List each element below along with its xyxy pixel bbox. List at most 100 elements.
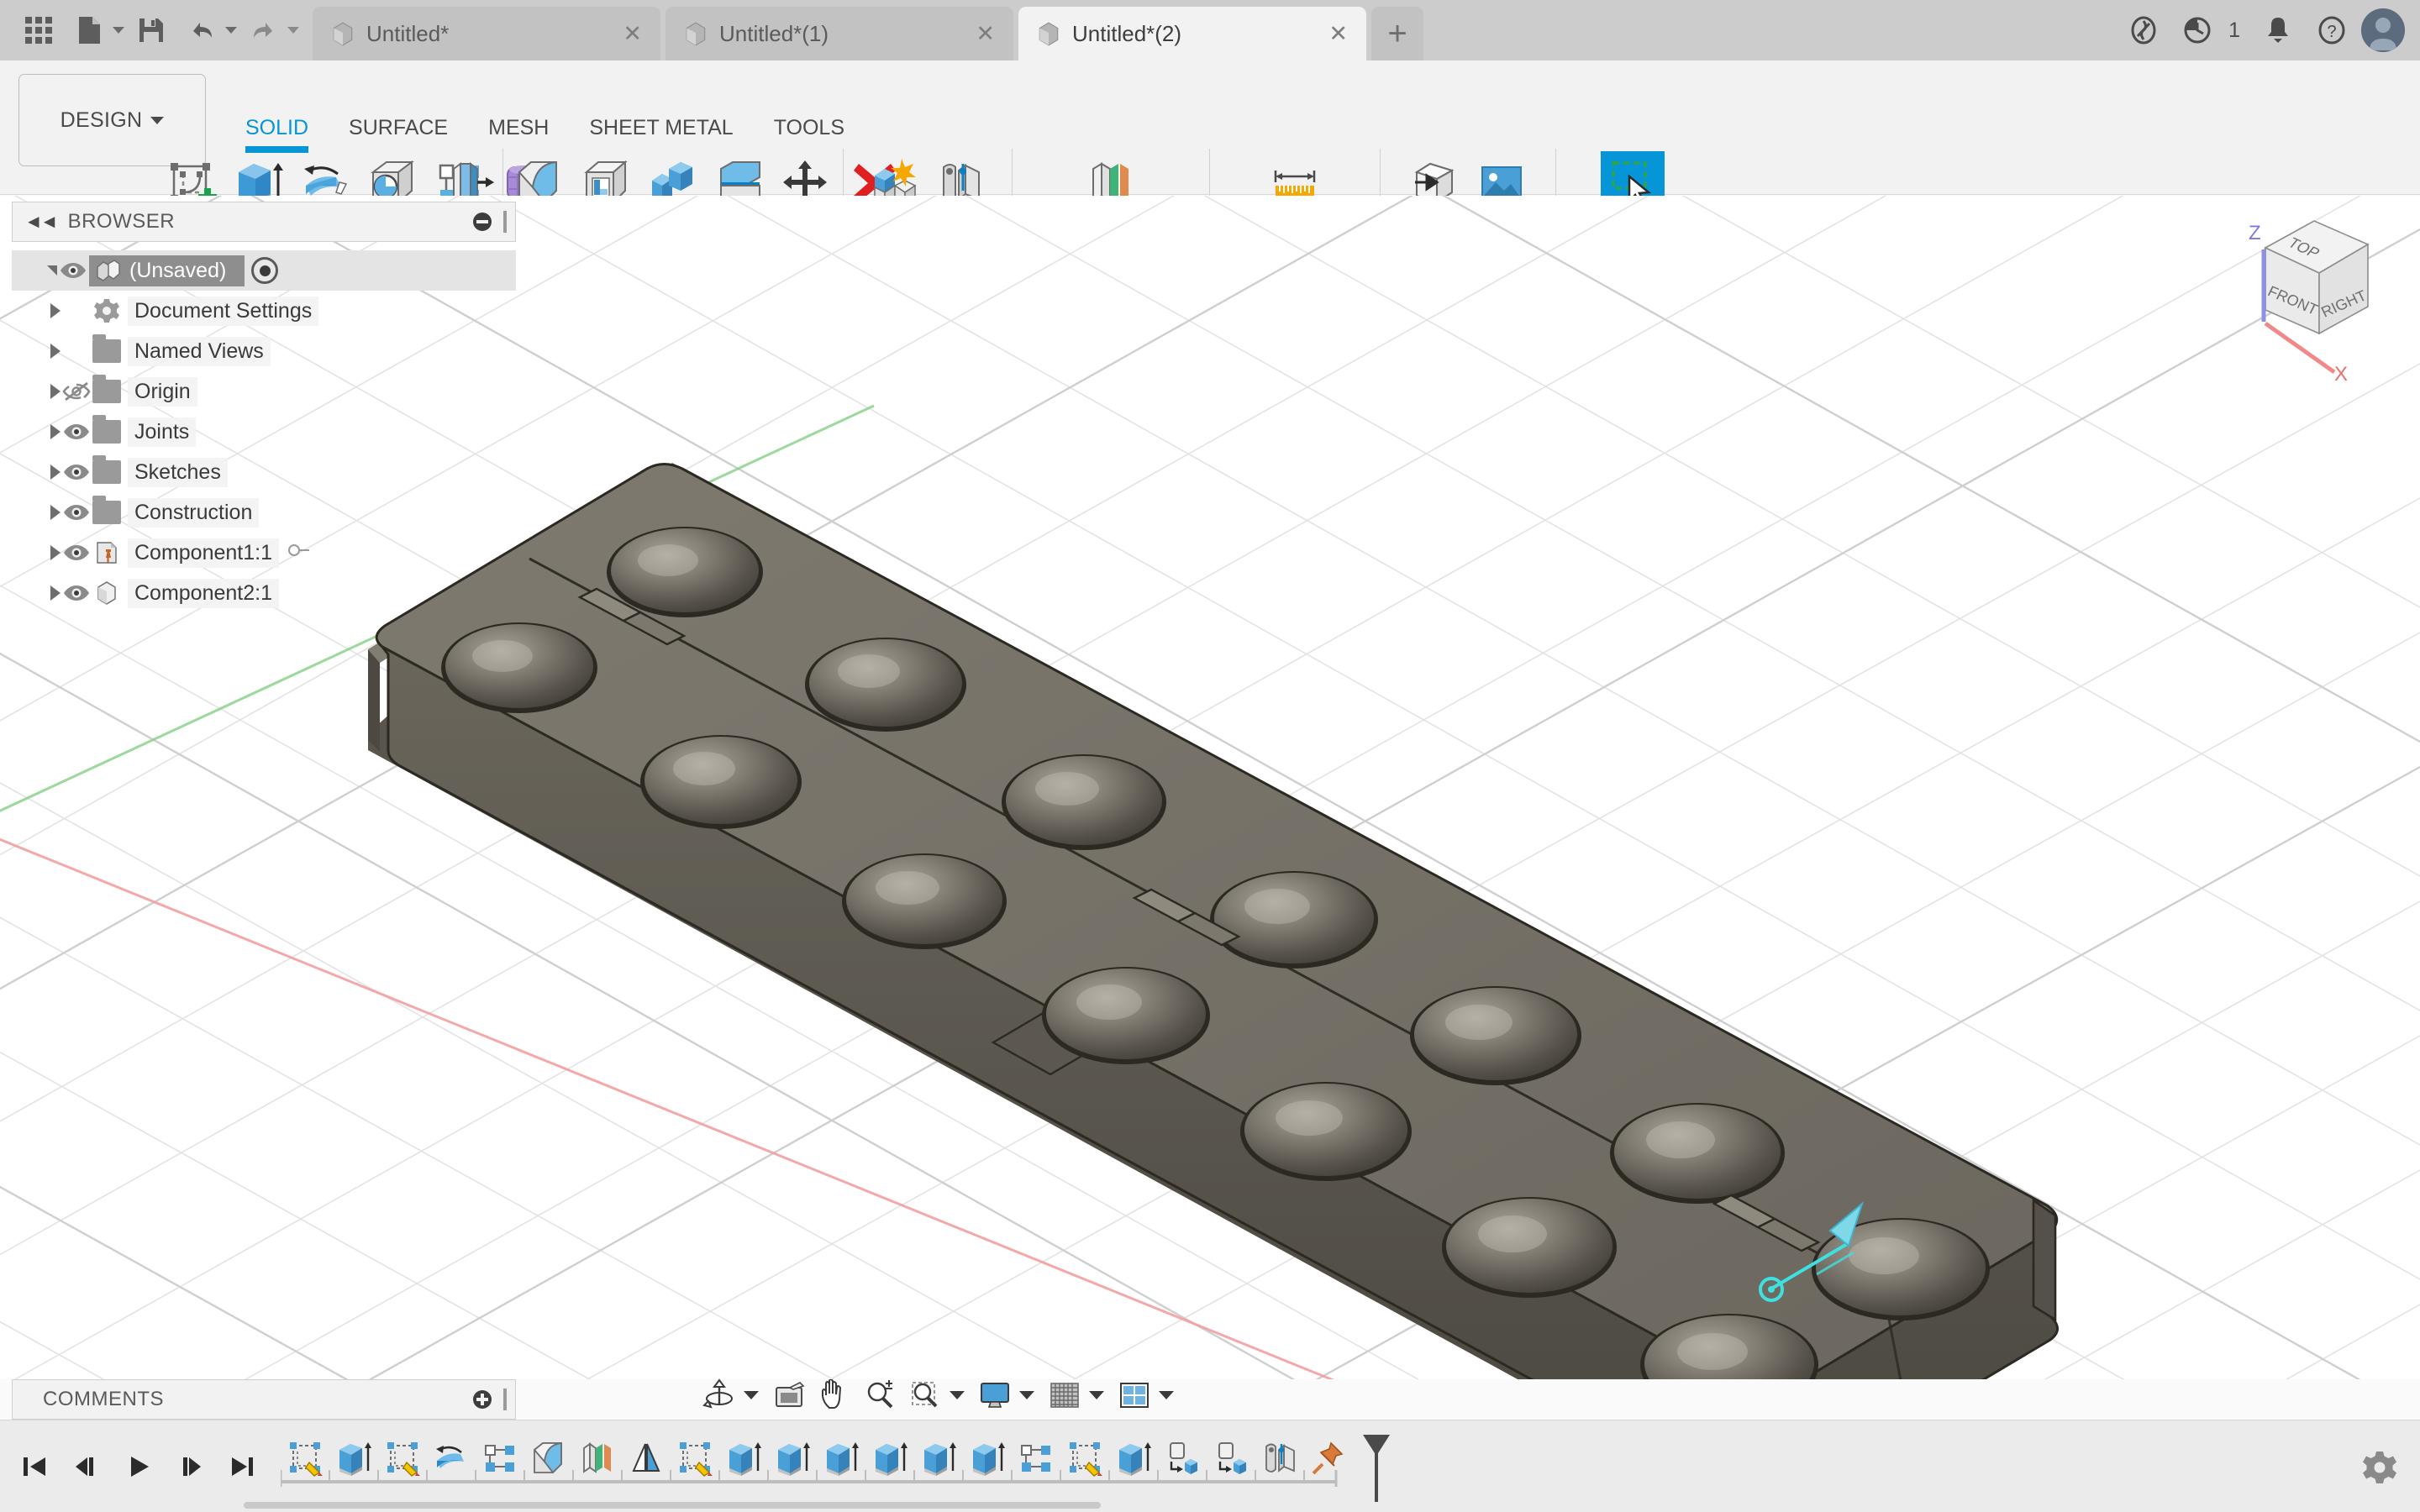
timeline-scrollbar[interactable]	[244, 1502, 1101, 1509]
orbit-dropdown-caret[interactable]	[744, 1391, 759, 1399]
tree-item-component1[interactable]: Component1:1	[12, 533, 516, 573]
cavity	[1210, 871, 1378, 969]
tree-item-origin[interactable]: Origin	[12, 371, 516, 412]
folder-icon	[92, 455, 121, 484]
comments-resize-grip[interactable]	[503, 1389, 507, 1410]
step-forward-icon[interactable]	[175, 1450, 207, 1483]
tree-item-named-views[interactable]: Named Views	[12, 331, 516, 371]
undo-dropdown-caret[interactable]	[225, 27, 237, 34]
activate-component-radio[interactable]	[251, 257, 279, 284]
extensions-icon[interactable]	[2119, 6, 2168, 55]
visibility-eye-icon[interactable]	[60, 537, 92, 569]
zoom-window-icon[interactable]	[903, 1374, 947, 1416]
tab-mesh[interactable]: MESH	[468, 113, 569, 143]
zoom-icon[interactable]	[858, 1374, 902, 1416]
tree-item-construction[interactable]: Construction	[12, 492, 516, 533]
visibility-eye-icon[interactable]	[60, 496, 92, 528]
component-pinned-icon	[92, 540, 121, 565]
orbit-icon[interactable]	[697, 1374, 741, 1416]
add-comment-icon[interactable]	[473, 1390, 492, 1409]
panel-resize-grip[interactable]	[503, 211, 507, 233]
expand-arrow-icon[interactable]	[50, 384, 60, 399]
visibility-eye-icon[interactable]	[60, 456, 92, 488]
component-icon	[92, 580, 121, 606]
tab-solid[interactable]: SOLID	[225, 113, 329, 153]
go-to-end-icon[interactable]	[227, 1450, 259, 1483]
tree-item-label: Sketches	[128, 457, 228, 487]
visibility-eye-hidden-icon[interactable]	[60, 375, 92, 407]
visibility-eye-icon[interactable]	[60, 416, 92, 448]
save-icon[interactable]	[128, 7, 175, 54]
expand-arrow-icon[interactable]	[50, 505, 60, 520]
tree-item-label: Document Settings	[128, 296, 319, 326]
viewports-caret[interactable]	[1159, 1391, 1174, 1399]
visibility-eye-icon[interactable]	[60, 577, 92, 609]
document-tab-label: Untitled*	[366, 20, 450, 46]
document-tab-2[interactable]: Untitled*(2) ✕	[1018, 7, 1366, 60]
pan-icon[interactable]	[813, 1374, 856, 1416]
timeline-feature-list	[279, 1428, 1390, 1505]
tree-item-label: Construction	[128, 497, 260, 528]
viewports-icon[interactable]	[1113, 1374, 1156, 1416]
grid-snaps-caret[interactable]	[1089, 1391, 1104, 1399]
browser-title: BROWSER	[67, 210, 176, 233]
new-document-tab-button[interactable]: +	[1371, 7, 1423, 60]
expand-arrow-icon[interactable]	[50, 303, 60, 318]
expand-arrow-icon[interactable]	[47, 265, 57, 276]
expand-arrow-icon[interactable]	[50, 585, 60, 601]
tab-tools[interactable]: TOOLS	[754, 113, 865, 143]
document-tab-1[interactable]: Untitled*(1) ✕	[666, 7, 1013, 60]
display-settings-caret[interactable]	[1019, 1391, 1034, 1399]
play-icon[interactable]	[123, 1450, 155, 1483]
close-icon[interactable]: ✕	[976, 22, 995, 45]
design-workspace-label: DESIGN	[60, 108, 143, 132]
job-status-icon[interactable]	[2173, 6, 2222, 55]
tree-item-joints[interactable]: Joints	[12, 412, 516, 452]
step-back-icon[interactable]	[71, 1450, 103, 1483]
axis-label-x: X	[2334, 363, 2348, 386]
document-tab-0[interactable]: Untitled* ✕	[313, 7, 660, 60]
fit-dropdown-caret[interactable]	[950, 1391, 965, 1399]
display-settings-icon[interactable]	[973, 1374, 1017, 1416]
root-node-chip[interactable]: (Unsaved)	[89, 255, 245, 286]
tree-item-sketches[interactable]: Sketches	[12, 452, 516, 492]
grid-snaps-icon[interactable]	[1043, 1374, 1086, 1416]
look-at-icon[interactable]	[767, 1374, 811, 1416]
go-to-beginning-icon[interactable]	[18, 1450, 50, 1483]
folder-icon	[92, 334, 121, 363]
timeline-bar	[0, 1420, 2420, 1512]
help-icon[interactable]: ?	[2307, 6, 2356, 55]
tree-item-document-settings[interactable]: Document Settings	[12, 291, 516, 331]
document-icon	[333, 22, 353, 46]
expand-arrow-icon[interactable]	[50, 545, 60, 560]
undo-icon[interactable]	[178, 7, 225, 54]
document-icon	[1039, 22, 1059, 46]
account-avatar[interactable]	[2361, 8, 2405, 52]
close-icon[interactable]: ✕	[623, 22, 642, 45]
redo-icon[interactable]	[240, 7, 287, 54]
expand-arrow-icon[interactable]	[50, 424, 60, 439]
timeline-track	[279, 1469, 1353, 1488]
expand-arrow-icon[interactable]	[50, 344, 60, 359]
tab-surface[interactable]: SURFACE	[329, 113, 468, 143]
app-grid-icon[interactable]	[15, 7, 62, 54]
expand-arrow-icon[interactable]	[50, 465, 60, 480]
tab-sheet-metal[interactable]: SHEET METAL	[569, 113, 753, 143]
view-toolbar	[697, 1373, 1181, 1418]
cavity	[1240, 1082, 1412, 1181]
document-tab-label: Untitled*(2)	[1072, 20, 1182, 46]
timeline-playback-controls	[0, 1450, 259, 1483]
collapse-all-icon[interactable]	[473, 213, 492, 231]
notifications-bell-icon[interactable]	[2254, 6, 2302, 55]
close-icon[interactable]: ✕	[1328, 22, 1348, 45]
collapse-panel-icon[interactable]: ◄◄	[24, 211, 59, 233]
plus-icon: +	[1387, 15, 1407, 52]
new-file-dropdown-caret[interactable]	[113, 27, 124, 34]
redo-dropdown-caret[interactable]	[287, 27, 299, 34]
new-file-icon[interactable]	[66, 7, 113, 54]
tree-item-unsaved[interactable]: (Unsaved)	[12, 250, 516, 291]
timeline-end-marker[interactable]	[1358, 1431, 1395, 1508]
timeline-settings-icon[interactable]	[2361, 1449, 2398, 1486]
tree-item-component2[interactable]: Component2:1	[12, 573, 516, 613]
visibility-eye-icon[interactable]	[57, 255, 89, 286]
